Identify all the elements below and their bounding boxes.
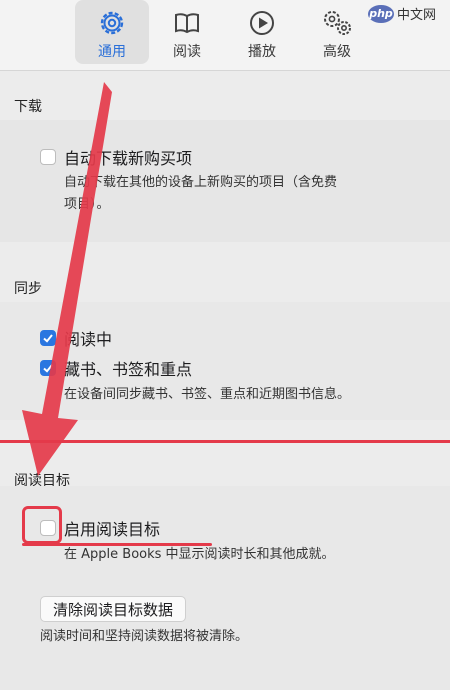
preferences-toolbar: 通用 阅读 播放 高级 php 中文网 [0, 0, 450, 71]
reading-now-label: 阅读中 [64, 330, 113, 349]
auto-download-description: 自动下载在其他的设备上新购买的项目（含免费 项目）。 [64, 172, 337, 216]
download-section-title: 下载 [14, 99, 42, 115]
auto-download-checkbox[interactable] [40, 149, 56, 165]
checkmark-icon [43, 334, 53, 343]
watermark-text: 中文网 [397, 8, 437, 23]
reading-now-row[interactable]: 阅读中 [40, 326, 112, 350]
auto-download-desc-line2: 项目）。 [64, 197, 110, 212]
clear-reading-goals-button[interactable]: 清除阅读目标数据 [40, 596, 187, 622]
annotation-underline [22, 543, 212, 546]
checkmark-icon [43, 364, 53, 373]
auto-download-desc-line1: 自动下载在其他的设备上新购买的项目（含免费 [64, 175, 338, 190]
tab-general-label: 通用 [98, 44, 126, 60]
tab-reading[interactable]: 阅读 [150, 0, 224, 64]
tab-advanced-label: 高级 [323, 44, 351, 60]
watermark-logo: php [368, 4, 394, 23]
annotation-highlight-box [22, 506, 62, 544]
site-watermark: php 中文网 [368, 4, 436, 23]
collections-label: 藏书、书签和重点 [64, 360, 193, 379]
book-icon [170, 6, 204, 40]
collections-row[interactable]: 藏书、书签和重点 [40, 356, 192, 380]
reading-now-checkbox[interactable] [40, 330, 56, 346]
tab-advanced[interactable]: 高级 [300, 0, 374, 64]
gear-icon [95, 6, 129, 40]
sync-section-title: 同步 [14, 281, 42, 297]
tab-playback-label: 播放 [248, 44, 276, 60]
play-icon [245, 6, 279, 40]
tab-reading-label: 阅读 [173, 44, 201, 60]
enable-reading-goals-description: 在 Apple Books 中显示阅读时长和其他成就。 [64, 547, 335, 562]
annotation-divider-line [0, 440, 450, 443]
collections-checkbox[interactable] [40, 360, 56, 376]
auto-download-row[interactable]: 自动下载新购买项 [40, 145, 192, 169]
auto-download-label: 自动下载新购买项 [64, 149, 193, 168]
tab-general[interactable]: 通用 [75, 0, 149, 64]
sync-description: 在设备间同步藏书、书签、重点和近期图书信息。 [64, 387, 351, 402]
clear-reading-goals-description: 阅读时间和坚持阅读数据将被清除。 [40, 629, 249, 644]
enable-reading-goals-label: 启用阅读目标 [64, 520, 161, 539]
gears-icon [320, 6, 354, 40]
tab-playback[interactable]: 播放 [225, 0, 299, 64]
